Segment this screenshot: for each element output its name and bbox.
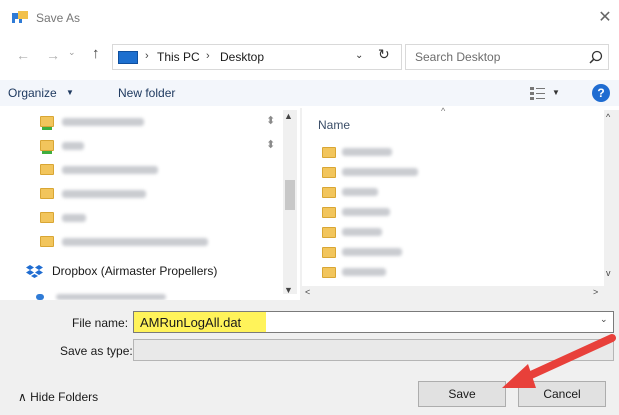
list-item[interactable]	[342, 168, 418, 176]
folder-icon	[40, 236, 54, 247]
breadcrumb-separator[interactable]: ›	[206, 50, 210, 62]
pane-divider[interactable]	[300, 108, 302, 300]
folder-icon	[322, 187, 336, 198]
nav-item-label[interactable]	[62, 190, 146, 198]
green-folder-icon	[40, 140, 54, 151]
list-item[interactable]	[342, 208, 390, 216]
dropbox-icon	[26, 265, 43, 278]
folder-icon	[322, 167, 336, 178]
save-dialog-icon	[12, 11, 28, 23]
breadcrumb-separator[interactable]: ›	[145, 50, 149, 62]
nav-item-label[interactable]	[62, 238, 208, 246]
list-item[interactable]	[342, 268, 386, 276]
forward-button[interactable]: →	[46, 47, 60, 63]
folder-icon	[322, 247, 336, 258]
title-bar	[0, 0, 619, 36]
scrollbar-thumb[interactable]	[285, 180, 295, 210]
sort-ascending-icon: ^	[441, 106, 446, 116]
close-button[interactable]: ✕	[596, 9, 614, 27]
scroll-right-button[interactable]: >	[593, 287, 598, 297]
recent-locations-button[interactable]: ⌄	[68, 47, 76, 58]
list-item[interactable]	[342, 148, 392, 156]
refresh-button[interactable]: ↻	[378, 46, 390, 63]
chevron-down-icon[interactable]: ▼	[552, 88, 560, 97]
folder-icon	[40, 212, 54, 223]
green-folder-icon	[40, 116, 54, 127]
new-folder-button[interactable]: New folder	[118, 86, 175, 100]
folder-icon	[322, 267, 336, 278]
scroll-up-button[interactable]: ▲	[284, 111, 293, 121]
folder-icon	[322, 147, 336, 158]
view-options-icon[interactable]	[529, 86, 547, 100]
scroll-up-button[interactable]: ^	[606, 112, 610, 122]
save-as-type-label: Save as type:	[60, 344, 133, 358]
search-placeholder: Search Desktop	[415, 50, 501, 64]
search-icon[interactable]	[589, 50, 603, 64]
folder-icon	[40, 164, 54, 175]
organize-button[interactable]: Organize	[8, 86, 57, 100]
address-dropdown-button[interactable]: ⌄	[355, 50, 363, 61]
annotation-arrow	[502, 334, 616, 388]
file-list[interactable]	[318, 142, 598, 282]
breadcrumb-desktop[interactable]: Desktop	[220, 50, 264, 64]
chevron-down-icon[interactable]: ▼	[66, 88, 74, 97]
folder-icon	[322, 227, 336, 238]
folder-icon	[322, 207, 336, 218]
scroll-down-button[interactable]: ▼	[284, 285, 293, 295]
hide-folders-button[interactable]: ∧ Hide Folders	[18, 390, 98, 404]
this-pc-icon	[118, 51, 138, 64]
nav-item-label[interactable]	[62, 166, 158, 174]
pin-icon[interactable]: ⬍	[266, 138, 275, 151]
chevron-down-icon[interactable]: ⌄	[600, 314, 608, 325]
scroll-left-button[interactable]: <	[305, 287, 310, 297]
folder-icon	[40, 188, 54, 199]
file-name-value[interactable]: AMRunLogAll.dat	[140, 315, 241, 330]
nav-item-label[interactable]	[62, 118, 144, 126]
nav-item-dropbox[interactable]: Dropbox (Airmaster Propellers)	[52, 264, 217, 278]
file-list-scrollbar[interactable]	[604, 110, 619, 286]
pin-icon[interactable]: ⬍	[266, 114, 275, 127]
breadcrumb-this-pc[interactable]: This PC	[157, 50, 200, 64]
scroll-down-button[interactable]: v	[606, 268, 611, 278]
list-item[interactable]	[342, 228, 382, 236]
list-item[interactable]	[342, 188, 378, 196]
column-header-name[interactable]: Name	[318, 118, 350, 132]
back-button[interactable]: ←	[16, 47, 30, 63]
command-bar	[0, 80, 619, 106]
nav-item-label[interactable]	[62, 214, 86, 222]
horizontal-scrollbar[interactable]	[300, 286, 619, 300]
nav-item-label[interactable]	[62, 142, 84, 150]
file-name-label: File name:	[72, 316, 129, 330]
up-folder-button[interactable]: ↑	[92, 45, 100, 62]
sync-status-icon	[42, 151, 52, 154]
list-item[interactable]	[342, 248, 402, 256]
help-icon[interactable]: ?	[592, 84, 610, 102]
sync-status-icon	[42, 127, 52, 130]
window-title: Save As	[36, 11, 81, 25]
